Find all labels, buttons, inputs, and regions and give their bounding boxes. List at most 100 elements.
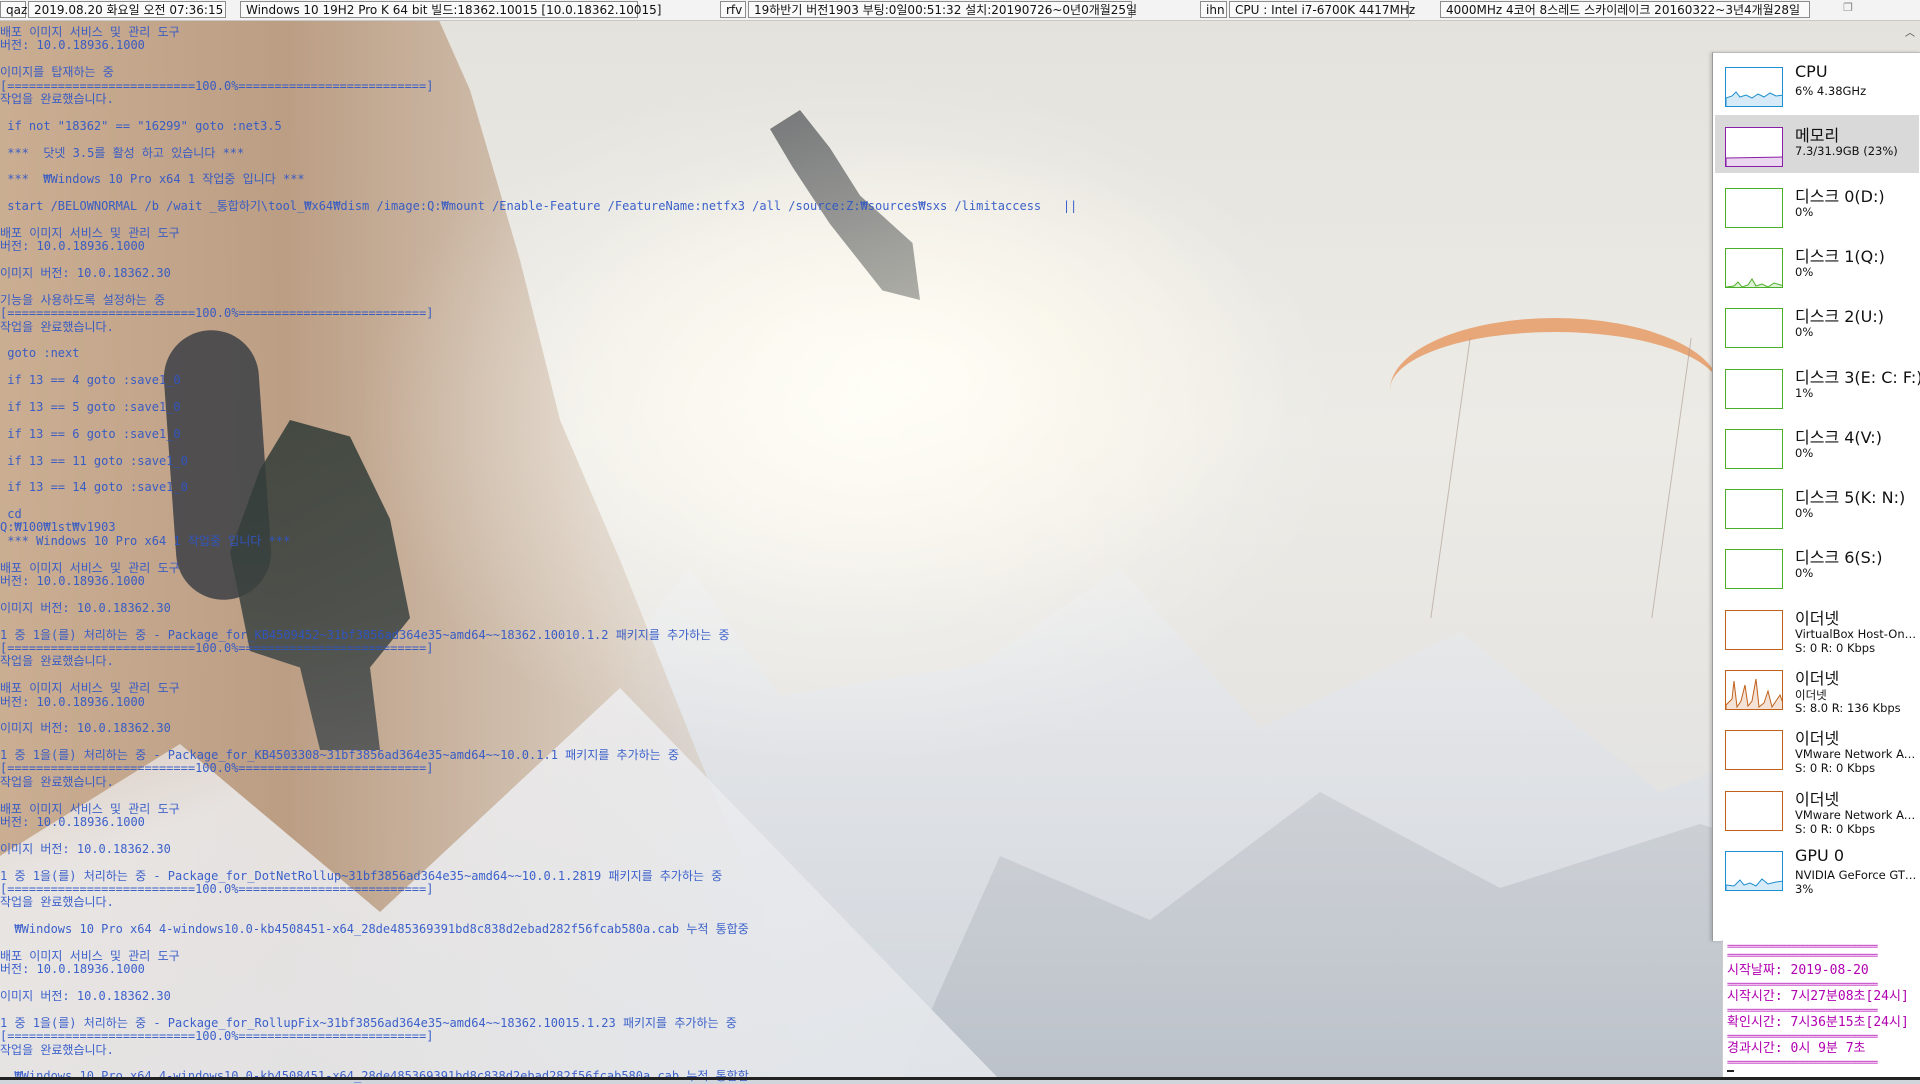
- perf-item-title: 디스크 0(D:): [1795, 187, 1885, 206]
- console-line: 배포 이미지 서비스 및 관리 도구: [0, 948, 180, 963]
- perf-item-title: 디스크 1(Q:): [1795, 247, 1885, 266]
- console-line: 작업을 완료했습니다.: [0, 91, 114, 106]
- ethernet-graph-icon: [1725, 610, 1783, 650]
- perf-item-subtitle: 0%: [1795, 205, 1814, 219]
- perf-item-disk[interactable]: 디스크 2(U:) 0%: [1715, 296, 1919, 354]
- disk-graph-icon: [1725, 429, 1783, 469]
- topbar-label-ihn: ihn: [1200, 1, 1227, 18]
- perf-item-detail: S: 0 R: 0 Kbps: [1795, 761, 1876, 775]
- perf-item-disk[interactable]: 디스크 0(D:) 0%: [1715, 176, 1919, 234]
- console-line: 버전: 10.0.18936.1000: [0, 239, 145, 254]
- console-line: if 13 == 5 goto :save1_0: [0, 399, 181, 414]
- perf-item-memory[interactable]: 메모리 7.3/31.9GB (23%): [1715, 115, 1919, 173]
- perf-item-detail: S: 0 R: 0 Kbps: [1795, 641, 1876, 655]
- console-line: 배포 이미지 서비스 및 관리 도구: [0, 225, 180, 240]
- console-line: ₩Windows 10 Pro x64 4-windows10.0-kb4508…: [0, 922, 749, 937]
- restore-icon[interactable]: ❐: [1842, 2, 1854, 14]
- perf-item-title: 이더넷: [1795, 609, 1840, 628]
- perf-item-title: 디스크 5(K: N:): [1795, 488, 1906, 507]
- ethernet-graph-icon: [1725, 791, 1783, 831]
- perf-item-subtitle: 0%: [1795, 325, 1814, 339]
- perf-item-cpu[interactable]: CPU 6% 4.38GHz: [1715, 55, 1919, 113]
- topbar-cpu-info: CPU : Intel i7-6700K 4417MHz: [1229, 1, 1415, 18]
- console-line: *** Windows 10 Pro x64 1 작업중 입니다 ***: [0, 533, 291, 548]
- timer-separator-bottom: ==================================: [1727, 1059, 1878, 1067]
- disk-graph-icon: [1725, 248, 1783, 288]
- console-line: [==========================100.0%=======…: [0, 78, 434, 93]
- perf-item-ethernet[interactable]: 이더넷 VMware Network Ada... S: 0 R: 0 Kbps: [1715, 718, 1919, 776]
- perf-item-ethernet[interactable]: 이더넷 VirtualBox Host-Only ... S: 0 R: 0 Kbp…: [1715, 598, 1919, 656]
- console-line: 작업을 완료했습니다.: [0, 654, 114, 669]
- console-line: [==========================100.0%=======…: [0, 761, 434, 776]
- cpu-graph-icon: [1725, 67, 1783, 107]
- perf-item-title: 메모리: [1795, 126, 1840, 145]
- console-line: 배포 이미지 서비스 및 관리 도구: [0, 801, 180, 816]
- disk-graph-icon: [1725, 188, 1783, 228]
- perf-item-subtitle: 0%: [1795, 506, 1814, 520]
- console-line: [==========================100.0%=======…: [0, 1029, 434, 1044]
- console-line: 버전: 10.0.18936.1000: [0, 962, 145, 977]
- console-line: 1 중 1을(를) 처리하는 중 - Package_for_DotNetRol…: [0, 868, 723, 883]
- paraglider-lines: [1430, 338, 1692, 618]
- disk-graph-icon: [1725, 489, 1783, 529]
- paraglider-figure: [1390, 318, 1720, 648]
- topbar-label-qaz: qaz: [0, 1, 27, 18]
- timer-separator-second: ==================================: [1727, 952, 1878, 960]
- disk-graph-icon: [1725, 308, 1783, 348]
- perf-item-ethernet[interactable]: 이더넷 VMware Network Ada... S: 0 R: 0 Kbps: [1715, 779, 1919, 837]
- console-line: 버전: 10.0.18936.1000: [0, 38, 145, 53]
- console-line: 작업을 완료했습니다.: [0, 1042, 114, 1057]
- perf-item-disk[interactable]: 디스크 5(K: N:) 0%: [1715, 477, 1919, 535]
- perf-item-detail: S: 8.0 R: 136 Kbps: [1795, 701, 1901, 715]
- perf-item-title: 디스크 6(S:): [1795, 548, 1883, 567]
- perf-item-subtitle: 6% 4.38GHz: [1795, 84, 1867, 98]
- console-line: 이미지 버전: 10.0.18362.30: [0, 989, 171, 1004]
- perf-item-title: 디스크 4(V:): [1795, 428, 1882, 447]
- console-line: 작업을 완료했습니다.: [0, 319, 114, 334]
- perf-item-subtitle: 0%: [1795, 566, 1814, 580]
- disk-graph-icon: [1725, 549, 1783, 589]
- topbar-boot-info: 19하반기 버전1903 부팅:0일00:51:32 설치:20190726~0…: [748, 1, 1137, 18]
- timer-start-date: 시작날짜: 2019-08-20: [1727, 963, 1869, 978]
- perf-item-disk[interactable]: 디스크 6(S:) 0%: [1715, 537, 1919, 595]
- console-line: *** 닷넷 3.5를 활성 하고 있습니다 ***: [0, 145, 245, 160]
- console-line: if 13 == 4 goto :save1_0: [0, 373, 181, 388]
- chevron-up-icon[interactable]: ︿: [1904, 24, 1916, 39]
- text-cursor: [1727, 1070, 1734, 1072]
- perf-item-subtitle: 7.3/31.9GB (23%): [1795, 144, 1898, 158]
- perf-item-disk[interactable]: 디스크 4(V:) 0%: [1715, 417, 1919, 475]
- console-line: if not "18362" == "16299" goto :net3.5: [0, 118, 282, 133]
- perf-item-gpu[interactable]: GPU 0 NVIDIA GeForce GTX ... 3%: [1715, 839, 1919, 897]
- perf-item-title: 이더넷: [1795, 790, 1840, 809]
- console-output: 배포 이미지 서비스 및 관리 도구 버전: 10.0.18936.1000 이미지…: [0, 25, 1240, 1083]
- perf-item-title: CPU: [1795, 62, 1828, 81]
- console-line: 이미지 버전: 10.0.18362.30: [0, 600, 171, 615]
- perf-item-disk[interactable]: 디스크 1(Q:) 0%: [1715, 236, 1919, 294]
- perf-item-ethernet[interactable]: 이더넷 이더넷 S: 8.0 R: 136 Kbps: [1715, 658, 1919, 716]
- perf-item-subtitle: 0%: [1795, 446, 1814, 460]
- performance-sidebar: CPU 6% 4.38GHz 메모리 7.3/31.9GB (23%) 디스크 0(D:…: [1712, 52, 1920, 941]
- perf-item-disk[interactable]: 디스크 3(E: C: F:) 1%: [1715, 357, 1920, 415]
- console-line: 배포 이미지 서비스 및 관리 도구: [0, 681, 180, 696]
- topbar-os-version: Windows 10 19H2 Pro K 64 bit 빌드:18362.10…: [240, 1, 661, 18]
- perf-item-detail: S: 0 R: 0 Kbps: [1795, 822, 1876, 836]
- perf-item-subtitle: 1%: [1795, 386, 1814, 400]
- topbar-cpu-detail: 4000MHz 4코어 8스레드 스카이레이크 20160322~3년4개월28…: [1440, 1, 1810, 18]
- perf-item-subtitle: VMware Network Ada...: [1795, 747, 1917, 761]
